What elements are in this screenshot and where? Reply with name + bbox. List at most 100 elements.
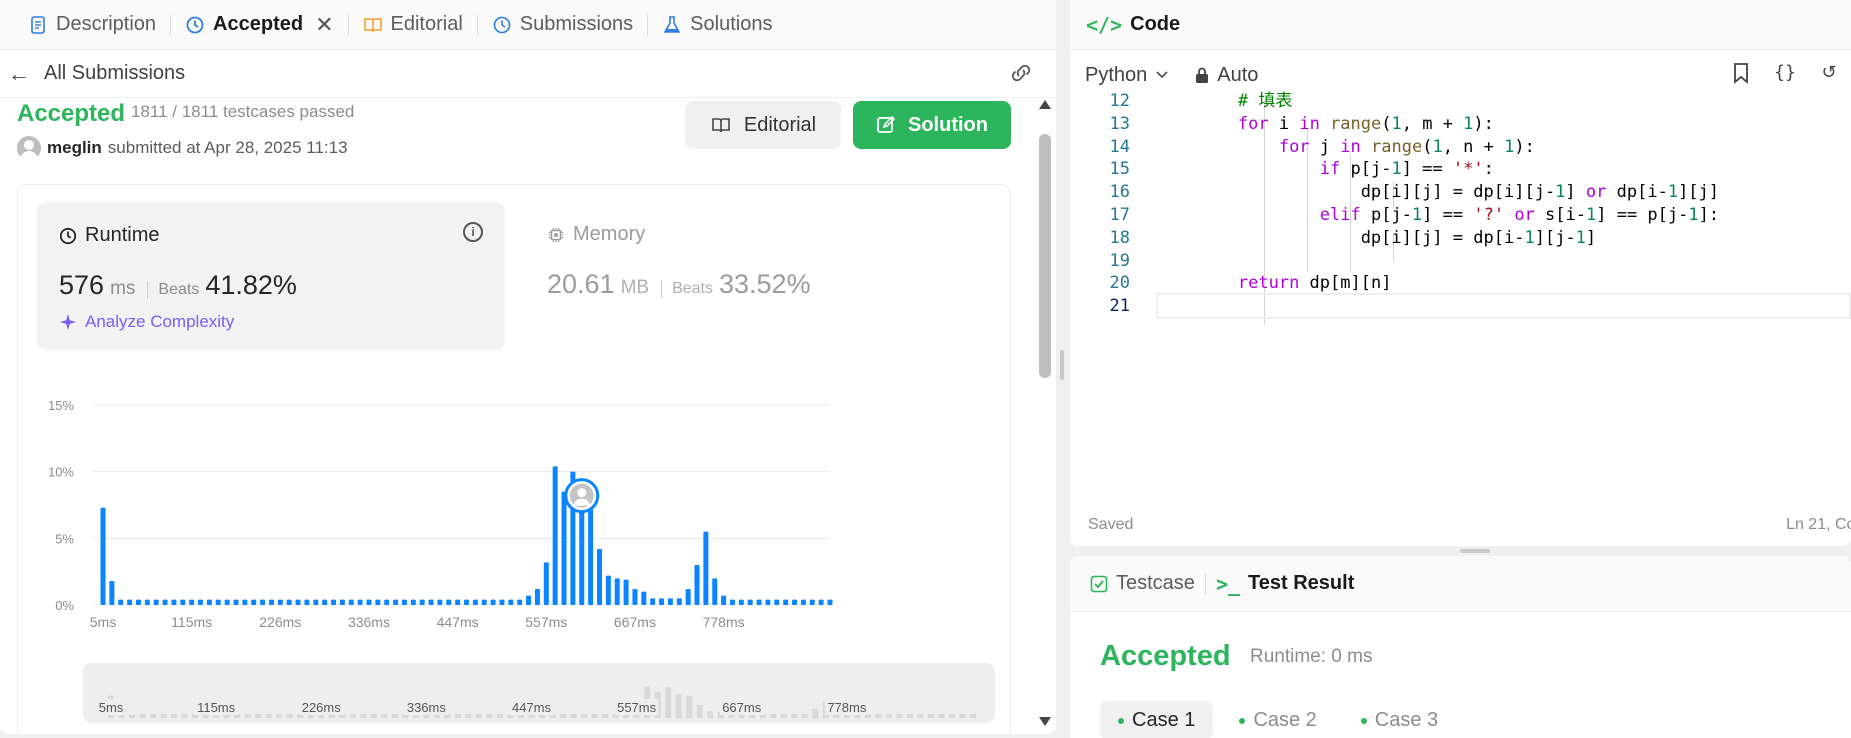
x-tick-label: 667ms xyxy=(614,614,656,630)
line-number: 21 xyxy=(1109,296,1130,317)
scroll-down-arrow[interactable] xyxy=(1039,717,1051,726)
code-title: Code xyxy=(1130,13,1181,35)
mini-bar xyxy=(686,695,693,718)
analyze-complexity-label: Analyze Complexity xyxy=(85,312,235,331)
format-code-icon[interactable]: {} xyxy=(1773,62,1797,86)
editorial-button[interactable]: Editorial xyxy=(685,101,841,149)
stats-card: Runtime i 576 ms Beats 41.82% Analyze Co… xyxy=(17,184,1011,734)
mini-x-tick-label: 226ms xyxy=(302,700,342,715)
tab-editorial-label: Editorial xyxy=(390,13,463,35)
tab-submissions[interactable]: Submissions xyxy=(478,0,647,50)
histogram-bar xyxy=(366,599,372,605)
histogram-bar xyxy=(153,599,159,605)
histogram-bar xyxy=(127,599,133,605)
mini-bar xyxy=(475,714,482,718)
histogram-bar xyxy=(738,599,744,605)
language-label: Python xyxy=(1085,63,1148,86)
tab-test-result[interactable]: >_ Test Result xyxy=(1216,572,1354,596)
mini-bar xyxy=(707,711,714,718)
link-icon[interactable] xyxy=(1008,62,1034,84)
mini-bar xyxy=(370,714,377,718)
x-tick-label: 447ms xyxy=(437,614,479,630)
tab-solutions[interactable]: Solutions xyxy=(648,0,786,50)
code-header: </> Code xyxy=(1070,0,1851,50)
histogram-bar xyxy=(348,599,354,605)
histogram-bar xyxy=(304,599,310,605)
tab-testcase[interactable]: Testcase xyxy=(1090,572,1195,595)
mini-bar xyxy=(665,687,672,718)
mini-x-tick-label: 5ms xyxy=(99,700,124,715)
analyze-complexity-link[interactable]: Analyze Complexity xyxy=(59,312,234,332)
histogram-bar xyxy=(703,531,709,605)
mini-bar xyxy=(265,714,272,718)
x-tick-label: 778ms xyxy=(703,614,745,630)
histogram-bar xyxy=(215,599,221,605)
x-tick-label: 5ms xyxy=(90,614,116,630)
histogram-bar xyxy=(694,565,700,605)
tab-editorial[interactable]: Editorial xyxy=(349,0,477,50)
left-scrollbar[interactable] xyxy=(1038,100,1052,734)
scroll-up-arrow[interactable] xyxy=(1039,100,1051,109)
clock-icon xyxy=(59,227,77,244)
arrow-left-icon[interactable]: ← xyxy=(8,61,30,87)
histogram-bar xyxy=(375,599,381,605)
bookmark-icon[interactable] xyxy=(1729,62,1753,86)
language-select[interactable]: Python xyxy=(1085,64,1169,87)
histogram-bar xyxy=(268,599,274,605)
auto-mode[interactable]: Auto xyxy=(1195,64,1258,87)
tab-testcase-label: Testcase xyxy=(1116,572,1195,594)
histogram-bar xyxy=(623,579,629,605)
mini-bar xyxy=(276,714,283,718)
memory-title[interactable]: Memory xyxy=(547,223,645,246)
histogram-bar xyxy=(526,595,532,605)
histogram-bar xyxy=(827,599,833,605)
mini-bar xyxy=(970,714,976,718)
histogram-bar xyxy=(437,599,443,605)
mini-bar xyxy=(602,714,609,718)
vertical-splitter[interactable] xyxy=(1060,350,1064,380)
histogram-bar xyxy=(198,599,204,605)
mini-x-tick-label: 667ms xyxy=(722,700,762,715)
mini-bar xyxy=(139,714,146,718)
memory-label: Memory xyxy=(573,223,646,245)
tab-accepted[interactable]: Accepted ✕ xyxy=(171,0,347,50)
y-tick-label: 0% xyxy=(55,598,74,613)
tab-solutions-label: Solutions xyxy=(690,13,773,35)
mini-bar xyxy=(454,714,461,718)
submitted-at: submitted at Apr 28, 2025 11:13 xyxy=(107,138,348,157)
histogram-bar xyxy=(233,599,239,605)
close-icon[interactable]: ✕ xyxy=(315,12,333,38)
edit-icon xyxy=(877,115,896,133)
histogram-bar xyxy=(481,599,487,605)
histogram-bar xyxy=(171,599,177,605)
mini-distribution-chart: 5ms 115ms 226ms 336ms 447ms 557ms 667ms 778ms xyxy=(89,686,976,718)
pass-dot-icon xyxy=(1118,717,1124,724)
mini-x-tick-label: 336ms xyxy=(407,700,447,715)
avatar[interactable] xyxy=(17,136,41,160)
histogram-bar xyxy=(410,599,416,605)
reset-icon[interactable]: ↺ xyxy=(1817,62,1841,86)
pass-dot-icon xyxy=(1239,717,1246,724)
runtime-box[interactable]: Runtime i 576 ms Beats 41.82% Analyze Co… xyxy=(37,202,505,350)
username[interactable]: meglin xyxy=(47,138,102,158)
case-tab-3[interactable]: Case 3 xyxy=(1343,701,1456,738)
histogram-bar xyxy=(783,599,789,605)
case-label: Case 1 xyxy=(1132,709,1196,731)
solution-button[interactable]: Solution xyxy=(853,101,1011,149)
chart-range-slider[interactable]: 5ms 115ms 226ms 336ms 447ms 557ms 667ms 778ms xyxy=(83,663,995,723)
tab-description[interactable]: Description xyxy=(14,0,170,50)
histogram-bar xyxy=(393,599,399,605)
case-tab-1[interactable]: Case 1 xyxy=(1100,701,1214,738)
all-submissions-link[interactable]: All Submissions xyxy=(44,62,185,85)
scroll-thumb[interactable] xyxy=(1039,134,1051,378)
code-editor[interactable]: 12 # 填表 13 for i in range(1, m + 1): 14 fo… xyxy=(1070,91,1851,500)
history-icon xyxy=(493,16,511,33)
terminal-icon: >_ xyxy=(1215,571,1241,596)
histogram-bar xyxy=(295,599,301,605)
case-tab-2[interactable]: Case 2 xyxy=(1221,701,1334,738)
histogram-bar xyxy=(729,599,735,605)
horizontal-splitter[interactable] xyxy=(1460,549,1490,553)
x-tick-label: 336ms xyxy=(348,614,390,630)
info-icon[interactable]: i xyxy=(463,222,483,242)
histogram-bar xyxy=(446,599,452,605)
